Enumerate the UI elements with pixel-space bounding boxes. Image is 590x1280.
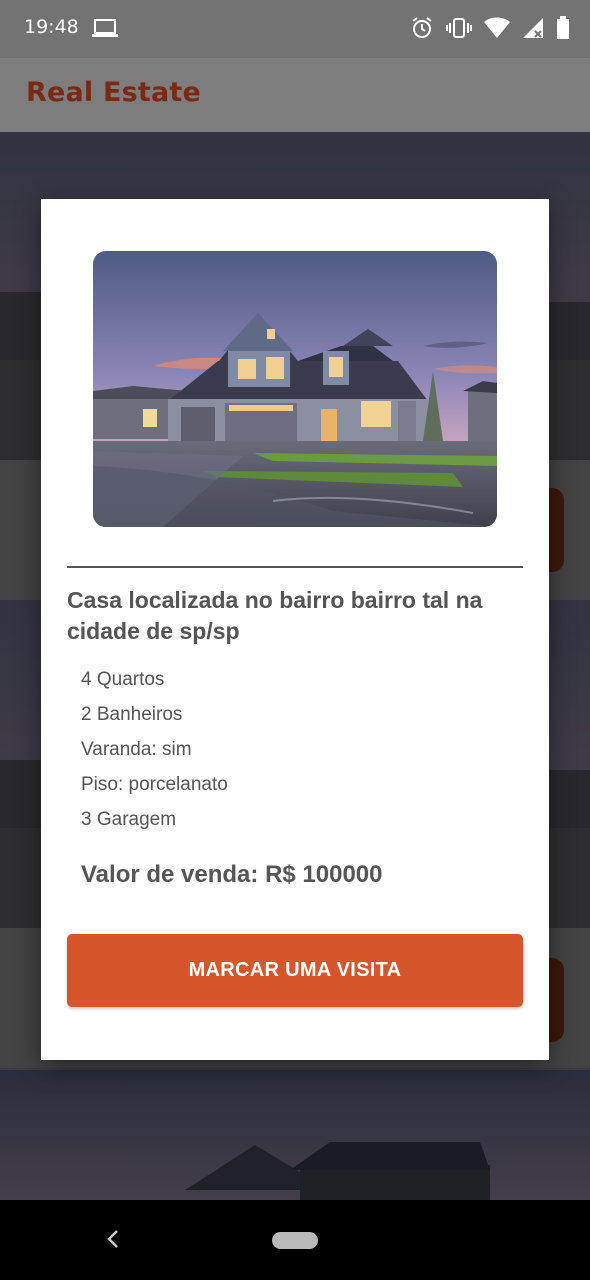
- laptop-icon: [92, 19, 118, 37]
- property-title: Casa localizada no bairro bairro tal na …: [67, 587, 483, 644]
- feature-item: Piso: porcelanato: [81, 774, 228, 795]
- sale-price: Valor de venda: R$ 100000: [81, 861, 383, 888]
- app-bar: Real Estate: [0, 58, 590, 132]
- feature-item: 3 Garagem: [81, 809, 177, 830]
- status-time: 19:48: [24, 16, 79, 38]
- feature-item: 2 Banheiros: [81, 704, 183, 725]
- back-icon[interactable]: [104, 1228, 122, 1250]
- system-nav-bar: [0, 1200, 590, 1280]
- schedule-visit-button[interactable]: MARCAR UMA VISITA: [67, 934, 523, 1007]
- feature-list: 4 Quartos 2 Banheiros Varanda: sim Piso:…: [81, 666, 228, 841]
- wifi-icon: [484, 17, 510, 38]
- divider: [67, 566, 523, 568]
- status-bar: 19:48: [0, 0, 590, 58]
- app-title: Real Estate: [26, 77, 202, 108]
- house-photo: [93, 251, 497, 527]
- signal-icon: [523, 18, 543, 38]
- battery-icon: [557, 16, 569, 39]
- feature-item: Varanda: sim: [81, 739, 192, 760]
- property-details-dialog: Casa localizada no bairro bairro tal na …: [41, 199, 549, 1060]
- home-pill[interactable]: [272, 1232, 318, 1249]
- feature-item: 4 Quartos: [81, 669, 165, 690]
- alarm-icon: [412, 17, 432, 38]
- vibrate-icon: [446, 18, 472, 38]
